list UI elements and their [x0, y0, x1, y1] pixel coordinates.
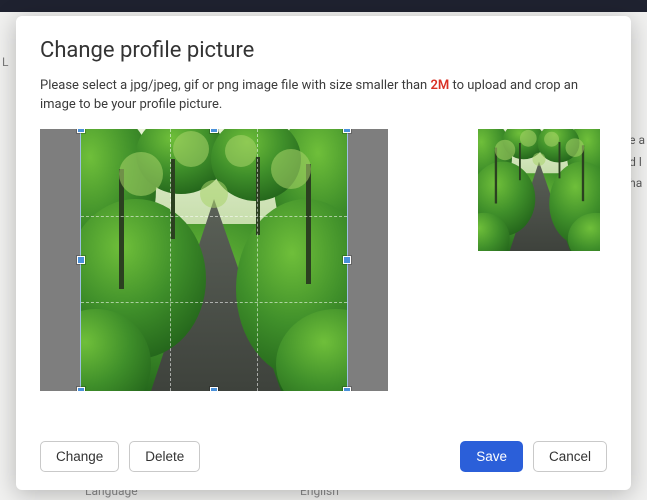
- cancel-button[interactable]: Cancel: [533, 441, 607, 472]
- change-profile-picture-modal: Change profile picture Please select a j…: [16, 16, 631, 490]
- change-button[interactable]: Change: [40, 441, 119, 472]
- save-button[interactable]: Save: [460, 441, 523, 472]
- crop-handle-nw[interactable]: [77, 129, 85, 133]
- app-topbar: [0, 0, 647, 12]
- crop-handle-e[interactable]: [343, 256, 351, 264]
- crop-selection-rect[interactable]: [81, 129, 347, 391]
- crop-handle-s[interactable]: [210, 387, 218, 391]
- bg-fragment-right-1: e a: [629, 130, 645, 152]
- bg-fragment-right-2: d l: [629, 152, 645, 174]
- modal-help-text: Please select a jpg/jpeg, gif or png ima…: [40, 77, 607, 115]
- delete-button[interactable]: Delete: [129, 441, 200, 472]
- image-crop-area[interactable]: [40, 129, 388, 391]
- bg-fragment-right: e a d l ha: [629, 130, 647, 195]
- crop-handle-se[interactable]: [343, 387, 351, 391]
- modal-title: Change profile picture: [40, 38, 607, 63]
- crop-handle-sw[interactable]: [77, 387, 85, 391]
- help-text-size-limit: 2M: [430, 78, 449, 93]
- crop-handle-n[interactable]: [210, 129, 218, 133]
- bg-fragment-left: L: [2, 55, 8, 69]
- crop-and-preview-row: [40, 129, 607, 391]
- help-text-pre: Please select a jpg/jpeg, gif or png ima…: [40, 78, 430, 93]
- profile-preview: [478, 129, 600, 251]
- preview-image: [478, 129, 600, 251]
- modal-footer: Change Delete Save Cancel: [40, 427, 607, 472]
- crop-handle-w[interactable]: [77, 256, 85, 264]
- crop-handle-ne[interactable]: [343, 129, 351, 133]
- bg-fragment-right-3: ha: [629, 173, 645, 195]
